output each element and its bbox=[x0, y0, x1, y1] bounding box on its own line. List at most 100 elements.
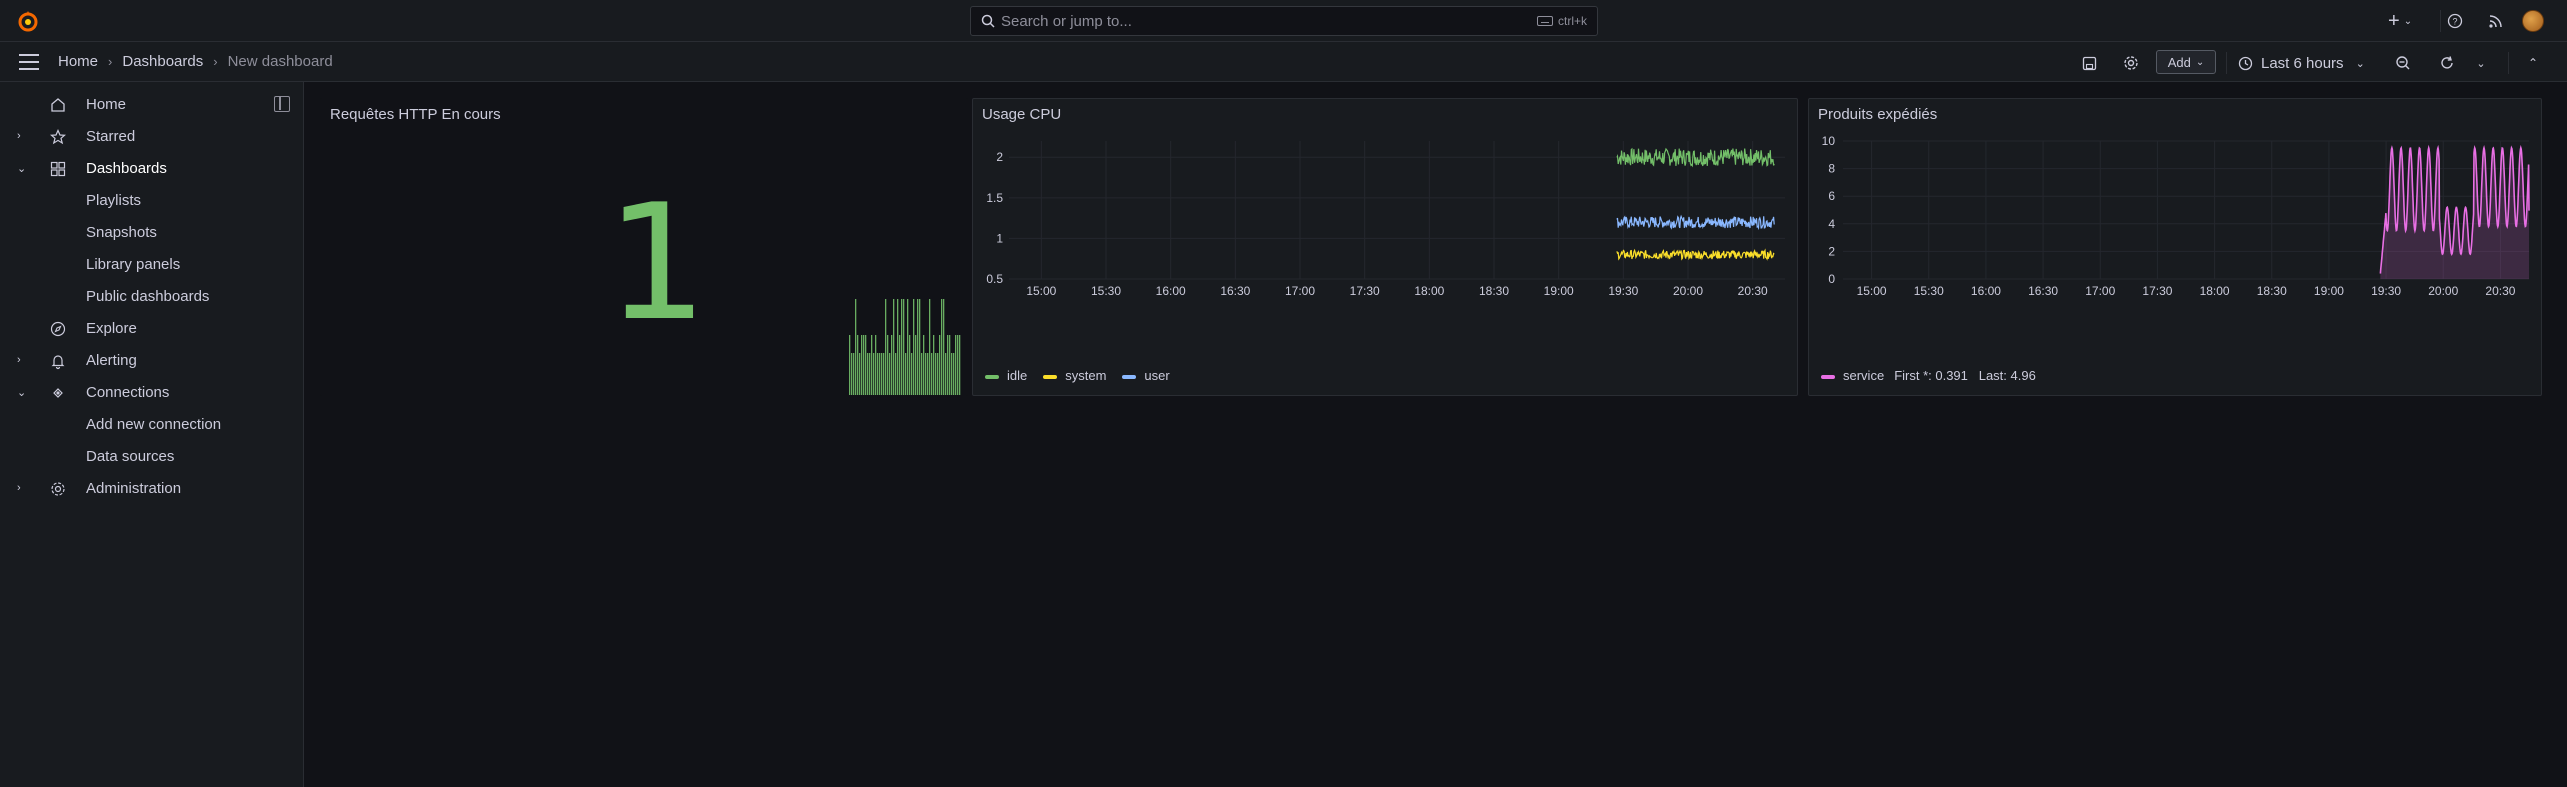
sidebar-label: Dashboards bbox=[86, 160, 167, 177]
sidebar-label: Library panels bbox=[86, 256, 181, 273]
x-tick-label: 19:30 bbox=[2371, 284, 2401, 298]
sparkline-bar bbox=[883, 353, 885, 395]
sidebar-label: Explore bbox=[86, 320, 137, 337]
zoom-out-button[interactable] bbox=[2392, 52, 2414, 74]
legend-item-system[interactable]: system bbox=[1043, 368, 1106, 383]
time-range-label: Last 6 hours bbox=[2261, 54, 2344, 72]
divider bbox=[2226, 52, 2227, 74]
chevron-down-icon[interactable]: ⌄ bbox=[17, 162, 29, 175]
x-tick-label: 15:30 bbox=[1914, 284, 1944, 298]
sparkline-bar bbox=[925, 353, 927, 395]
chevron-right-icon[interactable]: › bbox=[17, 354, 29, 366]
x-tick-label: 20:30 bbox=[2485, 284, 2515, 298]
x-tick-label: 20:00 bbox=[1673, 284, 1703, 298]
new-menu-button[interactable]: + ⌄ bbox=[2388, 0, 2412, 42]
sparkline-bar bbox=[851, 353, 853, 395]
sparkline-bar bbox=[865, 335, 867, 395]
sidebar-item-library-panels[interactable]: Library panels bbox=[0, 250, 303, 280]
sidebar-item-add-new-connection[interactable]: Add new connection bbox=[0, 410, 303, 440]
sidebar-item-administration[interactable]: › Administration bbox=[0, 474, 303, 504]
dashboard-settings-button[interactable] bbox=[2120, 52, 2142, 74]
y-tick-label: 8 bbox=[1828, 162, 1835, 176]
sparkline-bar bbox=[909, 335, 911, 395]
y-tick-label: 1.5 bbox=[986, 191, 1003, 205]
sidebar-item-connections[interactable]: ⌄ Connections bbox=[0, 378, 303, 408]
time-range-picker[interactable]: Last 6 hours ⌄ bbox=[2238, 51, 2365, 75]
products-shipped-panel[interactable]: Produits expédiés 10 8 6 4 2 0 15:00 15:30 16:00… bbox=[1808, 98, 2542, 396]
chevron-down-icon: ⌄ bbox=[2403, 15, 2413, 27]
save-icon bbox=[2082, 56, 2096, 70]
chevron-right-icon[interactable]: › bbox=[17, 482, 29, 494]
panel-title: Produits expédiés bbox=[1818, 106, 1938, 123]
x-tick-label: 18:30 bbox=[1479, 284, 1509, 298]
chevron-right-icon[interactable]: › bbox=[17, 130, 29, 142]
help-button[interactable]: ? bbox=[2447, 0, 2463, 42]
sparkline-bar bbox=[903, 299, 905, 395]
sidebar-label: Data sources bbox=[86, 448, 175, 465]
sparkline-bar bbox=[875, 335, 877, 395]
refresh-interval-dropdown[interactable]: ⌄ bbox=[2470, 52, 2492, 74]
sidebar-item-snapshots[interactable]: Snapshots bbox=[0, 218, 303, 248]
sidebar-item-alerting[interactable]: › Alerting bbox=[0, 346, 303, 376]
sparkline-bar bbox=[879, 353, 881, 395]
collapse-header-button[interactable]: ⌃ bbox=[2522, 52, 2544, 74]
add-button[interactable]: Add ⌄ bbox=[2156, 50, 2216, 74]
breadcrumb-home[interactable]: Home bbox=[58, 53, 98, 70]
sidebar-item-data-sources[interactable]: Data sources bbox=[0, 442, 303, 472]
legend-item-service[interactable]: service bbox=[1821, 368, 1884, 383]
y-tick-label: 2 bbox=[1828, 244, 1835, 258]
top-bar: Search or jump to... ctrl+k + ⌄ ? bbox=[0, 0, 2567, 42]
refresh-icon bbox=[2441, 56, 2453, 69]
rss-icon bbox=[2489, 15, 2502, 28]
sparkline-bar bbox=[941, 299, 943, 395]
sidebar-label: Playlists bbox=[86, 192, 142, 209]
refresh-button[interactable] bbox=[2436, 52, 2458, 74]
sidebar-label: Public dashboards bbox=[86, 288, 210, 305]
sparkline-bar bbox=[857, 335, 859, 395]
home-icon bbox=[51, 98, 65, 112]
cpu-usage-panel[interactable]: Usage CPU 2 1.5 1 0.5 15:00 15:30 16:00 16:30 17… bbox=[972, 98, 1798, 396]
cpu-legend: idle system user bbox=[985, 368, 1170, 383]
stat-panel[interactable]: Requêtes HTTP En cours 1 bbox=[320, 98, 968, 396]
x-tick-label: 18:00 bbox=[2200, 284, 2230, 298]
chevron-right-icon: › bbox=[108, 54, 113, 69]
sparkline-bar bbox=[901, 299, 903, 395]
sidebar-item-home[interactable]: Home bbox=[0, 90, 303, 120]
sidebar-item-explore[interactable]: Explore bbox=[0, 314, 303, 344]
x-tick-label: 16:00 bbox=[1971, 284, 2001, 298]
legend-item-idle[interactable]: idle bbox=[985, 368, 1027, 383]
series-line-system bbox=[1616, 248, 1775, 261]
sidebar-item-playlists[interactable]: Playlists bbox=[0, 186, 303, 216]
sparkline-bar bbox=[929, 299, 931, 395]
keyboard-icon bbox=[1536, 16, 1553, 26]
user-avatar[interactable] bbox=[2522, 10, 2544, 32]
sidebar-label: Administration bbox=[86, 480, 182, 497]
compass-icon bbox=[50, 321, 66, 337]
news-button[interactable] bbox=[2488, 0, 2504, 42]
x-tick-label: 19:30 bbox=[1608, 284, 1638, 298]
products-legend: service First *: 0.391 Last: 4.96 bbox=[1821, 368, 2036, 383]
sidebar-item-starred[interactable]: › Starred bbox=[0, 122, 303, 152]
sparkline-bar bbox=[887, 335, 889, 395]
chevron-down-icon[interactable]: ⌄ bbox=[17, 386, 29, 399]
search-input[interactable]: Search or jump to... ctrl+k bbox=[970, 6, 1598, 36]
x-tick-label: 17:00 bbox=[2085, 284, 2115, 298]
sparkline-bar bbox=[951, 353, 953, 395]
grafana-logo-icon[interactable] bbox=[16, 9, 40, 33]
y-tick-label: 4 bbox=[1828, 217, 1835, 231]
series-line-user bbox=[1616, 214, 1775, 231]
clock-icon bbox=[2238, 56, 2253, 70]
cpu-usage-chart: 2 1.5 1 0.5 15:00 15:30 16:00 16:30 17:00 17:30 18… bbox=[986, 141, 1785, 298]
breadcrumb-dashboards[interactable]: Dashboards bbox=[122, 53, 203, 70]
divider bbox=[2440, 10, 2441, 32]
chevron-down-icon: ⌄ bbox=[2355, 57, 2365, 70]
save-dashboard-button[interactable] bbox=[2078, 52, 2100, 74]
menu-toggle-icon[interactable] bbox=[19, 54, 39, 70]
sidebar-item-public-dashboards[interactable]: Public dashboards bbox=[0, 282, 303, 312]
sparkline-bar bbox=[953, 353, 955, 395]
stat-sparkline bbox=[849, 299, 961, 395]
legend-item-user[interactable]: user bbox=[1122, 368, 1170, 383]
sidebar-label: Home bbox=[86, 96, 127, 113]
sidebar-item-dashboards[interactable]: ⌄ Dashboards bbox=[0, 154, 303, 184]
stat-value: 1 bbox=[606, 169, 708, 356]
